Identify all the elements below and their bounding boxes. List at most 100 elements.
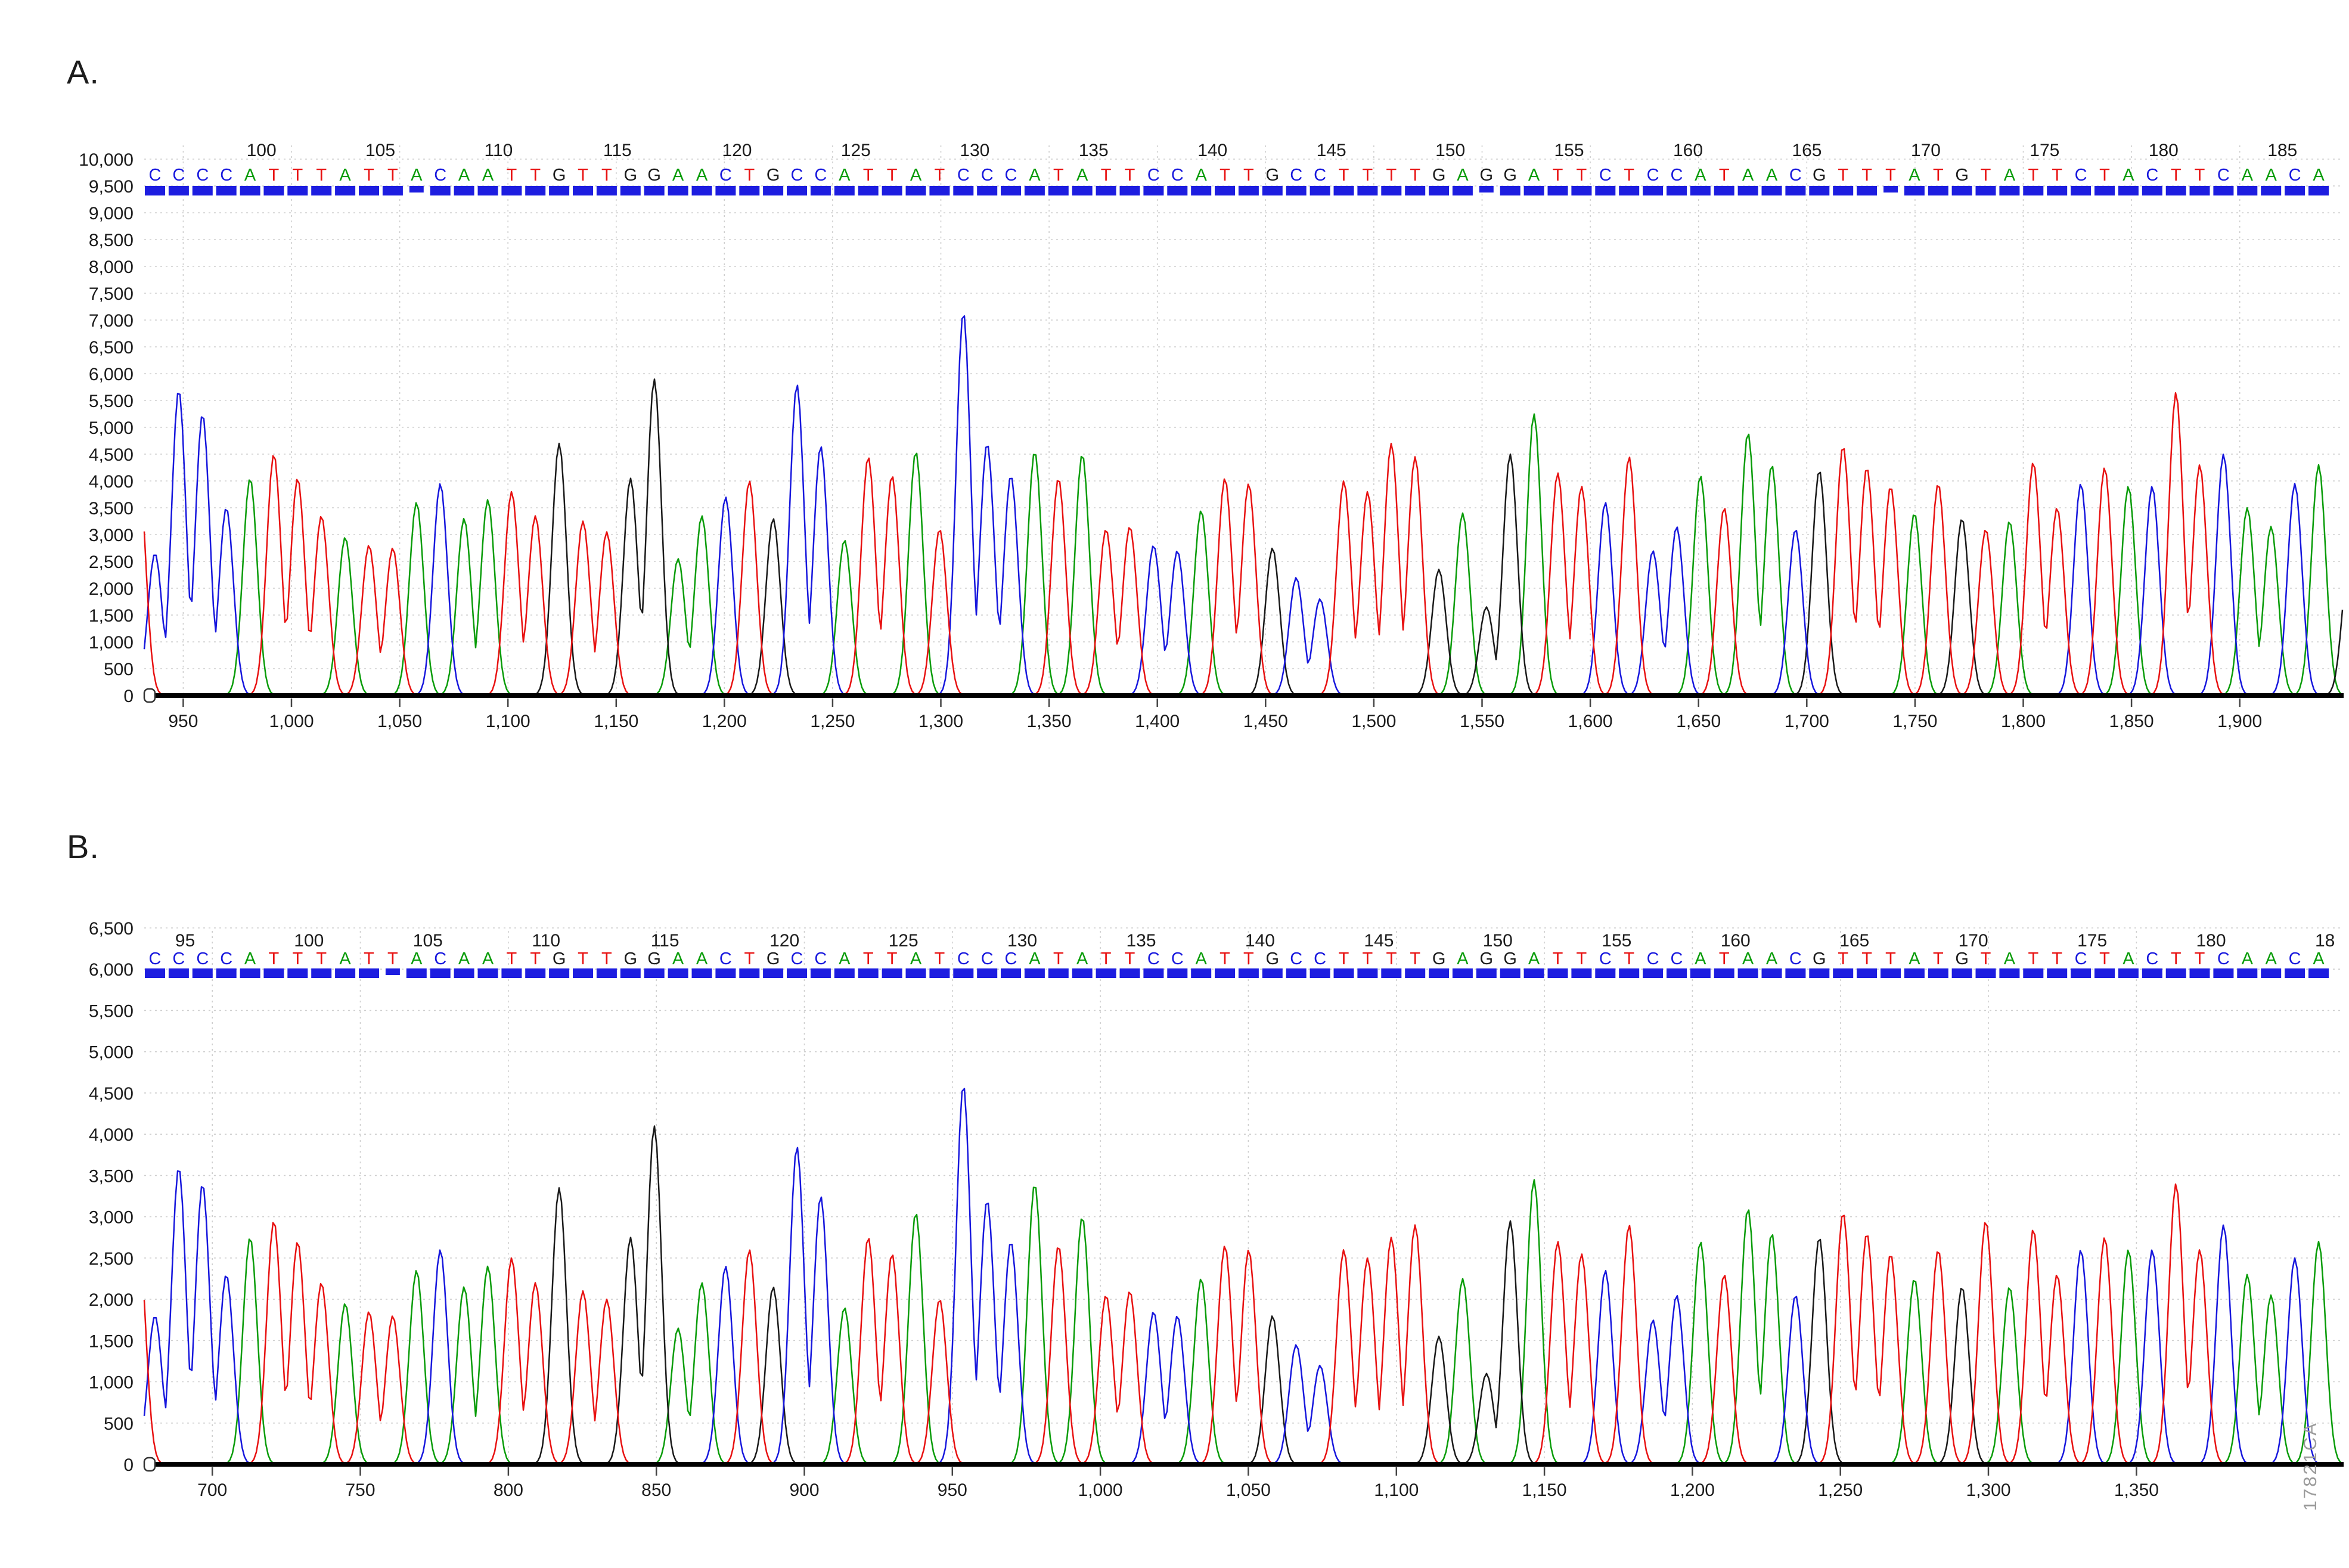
svg-text:C: C [1005,949,1017,968]
svg-text:A: A [411,166,423,185]
svg-text:A: A [244,949,256,968]
svg-text:6,500: 6,500 [89,919,134,939]
svg-text:A: A [1076,166,1088,185]
svg-text:155: 155 [1602,931,1631,951]
svg-text:T: T [2052,166,2062,185]
svg-text:A: A [1742,949,1754,968]
svg-text:1,150: 1,150 [594,712,638,731]
svg-text:100: 100 [247,141,277,160]
svg-text:135: 135 [1079,141,1109,160]
svg-text:1,300: 1,300 [1966,1480,2010,1500]
svg-text:T: T [2099,166,2110,185]
svg-text:T: T [364,949,374,968]
svg-text:T: T [1125,949,1135,968]
svg-text:3,500: 3,500 [89,499,134,518]
svg-text:T: T [1981,166,1991,185]
svg-text:C: C [149,949,162,968]
svg-text:A: A [839,166,851,185]
svg-text:3,000: 3,000 [89,1208,134,1228]
svg-text:A: A [339,949,351,968]
svg-text:A: A [2123,166,2134,185]
svg-text:G: G [1813,949,1826,968]
svg-text:1,200: 1,200 [1670,1480,1715,1500]
panel-b-label: B. [67,827,100,866]
svg-text:165: 165 [1792,141,1822,160]
svg-text:T: T [1624,949,1634,968]
svg-text:C: C [2075,166,2087,185]
svg-text:G: G [1432,949,1446,968]
svg-text:C: C [2075,949,2087,968]
svg-text:0: 0 [123,687,134,706]
svg-text:T: T [292,949,303,968]
svg-text:120: 120 [722,141,752,160]
svg-text:1,500: 1,500 [89,1331,134,1351]
svg-text:2,500: 2,500 [89,552,134,572]
svg-text:C: C [172,166,185,185]
svg-text:A: A [1457,949,1469,968]
svg-text:1,050: 1,050 [1226,1480,1271,1500]
svg-text:A: A [1742,166,1754,185]
svg-text:C: C [719,166,732,185]
svg-text:105: 105 [365,141,395,160]
svg-text:105: 105 [413,931,443,951]
svg-text:A: A [339,166,351,185]
svg-text:T: T [1410,949,1420,968]
svg-text:155: 155 [1554,141,1584,160]
svg-text:T: T [1553,166,1563,185]
svg-text:C: C [719,949,732,968]
svg-text:T: T [578,949,588,968]
svg-text:170: 170 [1911,141,1941,160]
svg-text:T: T [1339,166,1349,185]
svg-text:120: 120 [769,931,799,951]
svg-text:175: 175 [2030,141,2059,160]
svg-text:C: C [2289,949,2301,968]
svg-text:T: T [1243,166,1254,185]
svg-text:A: A [1029,949,1041,968]
svg-text:130: 130 [960,141,989,160]
svg-text:C: C [1147,166,1160,185]
svg-text:C: C [1314,166,1326,185]
svg-text:4,500: 4,500 [89,1084,134,1104]
svg-text:T: T [1220,166,1230,185]
svg-text:T: T [2028,949,2038,968]
svg-text:C: C [434,166,446,185]
svg-text:T: T [2099,949,2110,968]
svg-text:C: C [957,166,970,185]
svg-text:C: C [220,166,232,185]
svg-text:G: G [1955,949,1969,968]
svg-text:1,450: 1,450 [1243,712,1288,731]
svg-text:T: T [269,166,280,185]
svg-text:A: A [482,949,494,968]
svg-text:3,500: 3,500 [89,1166,134,1186]
svg-text:C: C [1290,949,1302,968]
svg-text:T: T [292,166,303,185]
svg-text:140: 140 [1245,931,1275,951]
svg-text:T: T [269,949,280,968]
svg-text:5,000: 5,000 [89,418,134,438]
svg-text:C: C [791,949,803,968]
svg-text:T: T [1363,166,1373,185]
svg-text:A: A [458,166,470,185]
svg-text:A: A [839,949,851,968]
svg-text:900: 900 [789,1480,819,1500]
svg-text:G: G [624,166,638,185]
svg-text:1,000: 1,000 [269,712,314,731]
svg-text:7,500: 7,500 [89,284,134,304]
svg-text:A: A [2004,949,2016,968]
svg-text:1,500: 1,500 [89,606,134,626]
svg-text:T: T [601,166,612,185]
svg-text:T: T [1125,166,1135,185]
svg-text:175: 175 [2077,931,2107,951]
svg-text:950: 950 [938,1480,967,1500]
svg-text:C: C [1005,166,1017,185]
svg-text:1,800: 1,800 [2001,712,2046,731]
svg-text:T: T [1243,949,1254,968]
svg-text:T: T [387,166,398,185]
svg-text:9,500: 9,500 [89,177,134,197]
svg-text:A: A [1695,166,1706,185]
svg-text:9,000: 9,000 [89,204,134,223]
svg-text:C: C [1647,166,1659,185]
svg-text:C: C [1171,949,1184,968]
svg-text:T: T [1861,166,1872,185]
svg-text:T: T [1339,949,1349,968]
